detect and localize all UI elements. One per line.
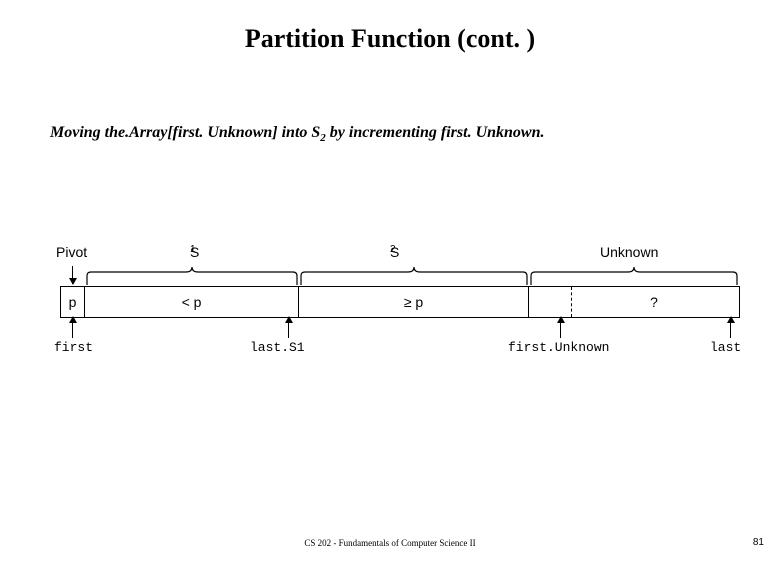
pointer-first: first	[54, 340, 93, 355]
arrow-up-firstunknown	[560, 322, 561, 338]
cell-s2: ≥ p	[299, 287, 529, 317]
partition-diagram: Pivot S1 S2 Unknown p < p ≥ p ?	[60, 244, 740, 360]
page-number: 81	[753, 537, 764, 548]
cell-s1: < p	[85, 287, 299, 317]
cell-unknown: ?	[529, 287, 739, 317]
cell-pivot: p	[61, 287, 85, 317]
pointer-lasts1: last.S1	[250, 340, 305, 355]
dashed-separator	[571, 287, 572, 317]
brace-unknown	[530, 266, 738, 286]
brace-s1	[86, 266, 298, 286]
arrow-up-lasts1	[288, 322, 289, 338]
array-bar: p < p ≥ p ?	[60, 286, 740, 318]
label-s1-sub: 1	[190, 244, 196, 255]
subtitle-text-post: by incrementing first. Unknown.	[326, 124, 545, 141]
arrow-up-row	[60, 318, 740, 340]
pointer-firstunknown: first.Unknown	[508, 340, 609, 355]
brace-s2	[300, 266, 528, 286]
label-s2-sub: 2	[390, 244, 396, 255]
bottom-labels-row: first last.S1 first.Unknown last	[60, 340, 740, 360]
cell-unknown-text: ?	[650, 294, 658, 310]
slide-subtitle: Moving the.Array[first. Unknown] into S2…	[50, 124, 780, 144]
slide-title: Partition Function (cont. )	[0, 24, 780, 54]
label-pivot: Pivot	[56, 244, 87, 260]
subtitle-text-pre: Moving the.Array[first. Unknown] into S	[50, 124, 320, 141]
top-labels-row: Pivot S1 S2 Unknown	[60, 244, 740, 266]
arrow-down-pivot	[72, 266, 73, 284]
arrow-up-last	[730, 322, 731, 338]
label-unknown: Unknown	[600, 244, 658, 260]
brace-row	[60, 266, 740, 286]
pointer-last: last	[710, 340, 741, 355]
arrow-up-first	[72, 322, 73, 338]
